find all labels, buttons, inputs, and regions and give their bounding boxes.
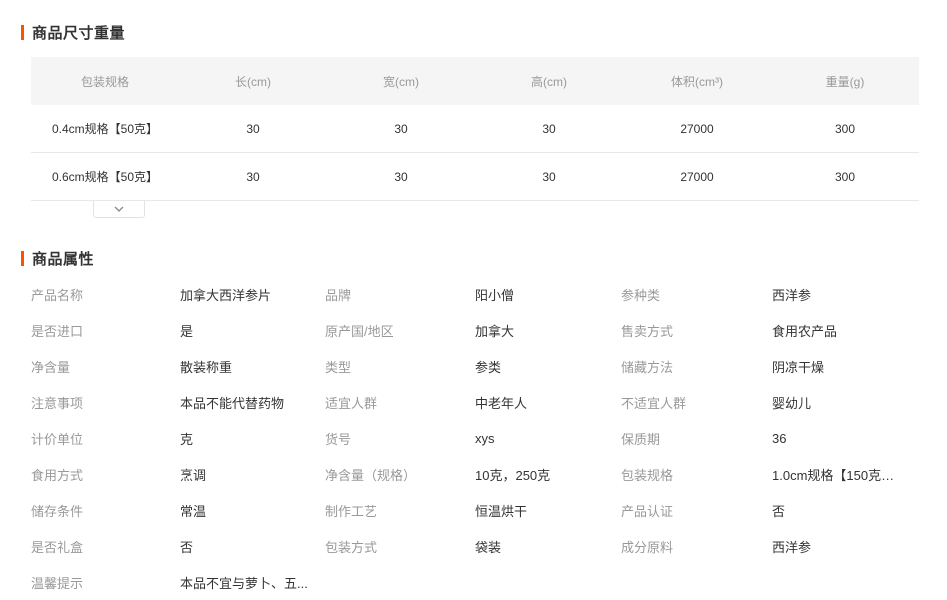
cell-height: 30	[542, 169, 556, 184]
attr-value: 1.0cm规格【150克中...	[772, 467, 902, 483]
size-table-header: 包装规格 长(cm) 宽(cm) 高(cm) 体积(cm³) 重量(g)	[31, 57, 919, 105]
attr-value: 中老年人	[475, 395, 528, 411]
attr-value: 否	[180, 539, 194, 555]
attribute-row: 净含量 散装称重 类型 参类 储藏方法 阴凉干燥	[31, 348, 921, 384]
attr-value: 10克，250克	[475, 467, 551, 483]
attr-label: 储存条件	[31, 503, 84, 519]
attr-label: 不适宜人群	[621, 395, 687, 411]
expand-rows-button[interactable]	[93, 201, 145, 218]
cell-weight: 300	[834, 169, 856, 184]
attribute-row: 是否礼盒 否 包装方式 袋装 成分原料 西洋参	[31, 528, 921, 564]
attr-label: 成分原料	[621, 539, 674, 555]
attr-value: 是	[180, 323, 194, 339]
header-weight: 重量(g)	[825, 74, 865, 89]
title-accent-bar	[21, 24, 24, 40]
attribute-row: 是否进口 是 原产国/地区 加拿大 售卖方式 食用农产品	[31, 312, 921, 348]
attr-label: 原产国/地区	[325, 323, 394, 339]
attribute-row: 计价单位 克 货号 xys 保质期 36	[31, 420, 921, 456]
attr-label: 是否礼盒	[31, 539, 84, 555]
attr-value: 阳小僧	[475, 287, 515, 303]
attr-value: 36	[772, 430, 787, 446]
attr-value: 婴幼儿	[772, 395, 812, 411]
size-section-title: 商品尺寸重量	[21, 23, 126, 42]
cell-width: 30	[394, 121, 408, 136]
attr-value: 袋装	[475, 539, 502, 555]
attr-value: 阴凉干燥	[772, 359, 825, 375]
attr-value: 本品不宜与萝卜、五...	[180, 575, 308, 591]
attr-label: 储藏方法	[621, 359, 674, 375]
attr-value: 西洋参	[772, 287, 812, 303]
attr-value: 恒温烘干	[475, 503, 528, 519]
attr-label: 计价单位	[31, 431, 84, 447]
cell-length: 30	[246, 121, 260, 136]
attr-value: 否	[772, 503, 786, 519]
attr-value: 西洋参	[772, 539, 812, 555]
header-height: 高(cm)	[531, 74, 567, 89]
cell-package-spec: 0.6cm规格【50克】	[51, 170, 159, 184]
attr-value: 烹调	[180, 467, 207, 483]
title-accent-bar	[21, 250, 24, 266]
cell-width: 30	[394, 169, 408, 184]
attribute-row: 储存条件 常温 制作工艺 恒温烘干 产品认证 否	[31, 492, 921, 528]
attr-label: 参种类	[621, 287, 661, 303]
attr-label: 包装方式	[325, 539, 378, 555]
attr-label: 制作工艺	[325, 503, 378, 519]
attr-value: 本品不能代替药物	[180, 395, 285, 411]
cell-volume: 27000	[680, 169, 714, 184]
attr-value: 克	[180, 431, 194, 447]
size-table: 包装规格 长(cm) 宽(cm) 高(cm) 体积(cm³) 重量(g) 0.4…	[31, 57, 919, 201]
cell-height: 30	[542, 121, 556, 136]
attr-value: 加拿大	[475, 323, 515, 339]
attr-value: 散装称重	[180, 359, 233, 375]
attr-label: 产品名称	[31, 287, 84, 303]
attr-section-title: 商品属性	[21, 249, 95, 268]
attr-label: 保质期	[621, 431, 661, 447]
attr-label: 类型	[325, 359, 352, 375]
table-row: 0.4cm规格【50克】 30 30 30 27000 300	[31, 105, 919, 153]
chevron-down-icon	[114, 206, 124, 212]
attr-label: 温馨提示	[31, 575, 84, 591]
attr-label: 是否进口	[31, 323, 84, 339]
cell-length: 30	[246, 169, 260, 184]
header-package-spec: 包装规格	[80, 74, 129, 89]
cell-package-spec: 0.4cm规格【50克】	[51, 122, 159, 136]
header-volume: 体积(cm³)	[671, 74, 723, 89]
attr-label: 售卖方式	[621, 323, 674, 339]
attribute-row: 食用方式 烹调 净含量（规格） 10克，250克 包装规格 1.0cm规格【15…	[31, 456, 921, 492]
attribute-row: 产品名称 加拿大西洋参片 品牌 阳小僧 参种类 西洋参	[31, 276, 921, 312]
attr-section-title-text: 商品属性	[32, 250, 95, 268]
attr-value: xys	[475, 430, 495, 446]
attr-value: 常温	[180, 503, 207, 519]
attr-value: 参类	[475, 359, 502, 375]
attr-label: 产品认证	[621, 503, 674, 519]
attr-label: 注意事项	[31, 395, 84, 411]
attr-label: 品牌	[325, 287, 352, 303]
attr-label: 包装规格	[621, 467, 674, 483]
header-length: 长(cm)	[235, 74, 271, 89]
attribute-row: 注意事项 本品不能代替药物 适宜人群 中老年人 不适宜人群 婴幼儿	[31, 384, 921, 420]
cell-weight: 300	[834, 121, 856, 136]
cell-volume: 27000	[680, 121, 714, 136]
attr-label: 适宜人群	[325, 395, 378, 411]
size-section-title-text: 商品尺寸重量	[32, 24, 126, 42]
table-row: 0.6cm规格【50克】 30 30 30 27000 300	[31, 153, 919, 201]
attr-value: 食用农产品	[772, 323, 838, 339]
attr-value: 加拿大西洋参片	[180, 287, 272, 303]
attr-label: 净含量	[31, 359, 71, 375]
attr-label: 货号	[325, 431, 352, 447]
attr-label: 净含量（规格）	[325, 467, 417, 483]
header-width: 宽(cm)	[383, 74, 419, 89]
attr-label: 食用方式	[31, 467, 84, 483]
